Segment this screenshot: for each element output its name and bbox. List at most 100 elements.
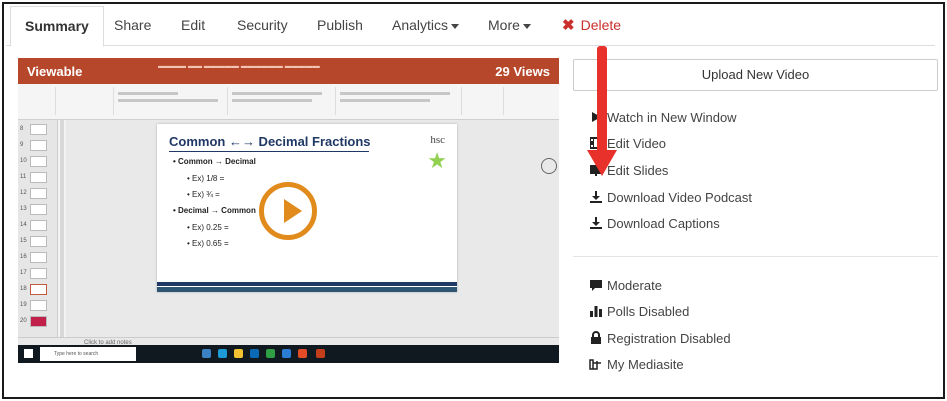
slide-thumbnail[interactable] [30, 220, 47, 231]
action-label: Polls Disabled [607, 304, 690, 319]
caret-down-icon [451, 23, 460, 29]
tab-share[interactable]: Share [114, 6, 151, 46]
taskbar-search: Type here to search [40, 347, 136, 361]
taskbar-app-icon [250, 349, 259, 358]
tab-publish[interactable]: Publish [317, 6, 363, 46]
caret-down-icon [522, 23, 531, 29]
slide-thumbnail[interactable] [30, 316, 47, 327]
taskbar-app-icon [202, 349, 211, 358]
thumb-num: 10 [20, 158, 27, 164]
slide-thumbnail[interactable] [30, 268, 47, 279]
thumb-num: 15 [20, 238, 27, 244]
slide-bullet: • Decimal → Common [173, 206, 256, 215]
download-icon [589, 216, 603, 230]
annotation-arrow-shaft [597, 46, 607, 154]
taskbar-app-icon [266, 349, 275, 358]
download-video-podcast-link[interactable]: Download Video Podcast [589, 190, 752, 208]
tab-analytics-label: Analytics [392, 17, 449, 33]
thumb-num: 16 [20, 254, 27, 260]
taskbar-app-icon [298, 349, 307, 358]
thumb-num: 18 [20, 286, 27, 292]
play-button[interactable] [259, 182, 317, 240]
comment-icon [589, 278, 603, 292]
ribbon-group-slides [58, 87, 114, 115]
action-label: My Mediasite [607, 357, 684, 372]
video-player[interactable]: ▬▬▬▬ ▬▬ ▬▬▬▬▬ ▬▬▬▬▬▬ ▬▬▬▬▬ Viewable 29 V… [18, 58, 559, 363]
viewable-status: Viewable [27, 64, 83, 79]
ribbon-line [118, 99, 218, 102]
slide-thumbnail[interactable] [30, 188, 47, 199]
download-icon [589, 190, 603, 204]
pen-icon [541, 158, 557, 174]
tab-analytics[interactable]: Analytics [392, 6, 460, 46]
slide-bullet-text: Common → Decimal [178, 157, 256, 166]
slide-bullet: • Ex) 1/8 = [187, 174, 225, 183]
polls-disabled-link[interactable]: Polls Disabled [589, 304, 689, 322]
slide-thumbnail[interactable] [30, 156, 47, 167]
slide-bullet-text: Ex) 1/8 = [192, 174, 225, 183]
thumbnail-scrollbar[interactable] [60, 120, 64, 340]
play-triangle-icon [284, 199, 302, 223]
windows-start-icon [24, 349, 33, 358]
moderate-link[interactable]: Moderate [589, 278, 662, 296]
download-captions-link[interactable]: Download Captions [589, 216, 720, 234]
thumb-num: 14 [20, 222, 27, 228]
ribbon-line [340, 99, 430, 102]
panel-divider [573, 256, 938, 257]
thumb-num: 20 [20, 318, 27, 324]
taskbar-app-icon [234, 349, 243, 358]
slide-bullet: • Common → Decimal [173, 157, 256, 166]
tab-more-label: More [488, 17, 520, 33]
tab-edit[interactable]: Edit [181, 6, 205, 46]
taskbar-app-icon [218, 349, 227, 358]
ribbon-line [232, 99, 312, 102]
slide-thumbnail[interactable] [30, 236, 47, 247]
action-label: Moderate [607, 278, 662, 293]
annotation-arrow-head [587, 150, 617, 176]
slide-thumbnail[interactable] [30, 204, 47, 215]
tab-summary-label: Summary [25, 18, 89, 34]
tab-share-label: Share [114, 17, 152, 33]
slide-thumbnail[interactable] [30, 140, 47, 151]
tab-more[interactable]: More [488, 6, 531, 46]
slide-bullet-text: Ex) ¾ = [192, 190, 220, 199]
slide-bullet-text: Ex) 0.65 = [192, 239, 229, 248]
slide-bullet: • Ex) 0.25 = [187, 223, 229, 232]
tab-delete[interactable]: ✖ Delete [562, 6, 621, 46]
pointer-hand-icon [589, 357, 603, 371]
tab-delete-label: Delete [580, 17, 622, 33]
thumb-num: 12 [20, 190, 27, 196]
tab-summary[interactable]: Summary [10, 6, 104, 47]
taskbar-app-icon [316, 349, 325, 358]
my-mediasite-link[interactable]: My Mediasite [589, 357, 684, 375]
ppt-ribbon [18, 84, 559, 120]
upload-new-video-button[interactable]: Upload New Video [573, 59, 938, 91]
ribbon-line [118, 92, 178, 95]
ribbon-group-adobe [506, 87, 556, 115]
thumb-num: 11 [20, 174, 27, 180]
ppt-titlebar-text: ▬▬▬▬ ▬▬ ▬▬▬▬▬ ▬▬▬▬▬▬ ▬▬▬▬▬ [158, 63, 320, 70]
taskbar-app-icon [282, 349, 291, 358]
tab-security[interactable]: Security [237, 6, 288, 46]
thumb-num: 19 [20, 302, 27, 308]
watch-in-new-window-link[interactable]: Watch in New Window [589, 110, 737, 128]
tab-edit-label: Edit [181, 17, 206, 33]
slide-thumbnail-selected[interactable] [30, 284, 47, 295]
slide-thumbnail-panel: 8 9 10 11 12 13 14 15 16 17 18 19 20 [18, 120, 58, 340]
slide-bullet: • Ex) ¾ = [187, 190, 220, 199]
thumb-num: 17 [20, 270, 27, 276]
slide-footer-bar [157, 282, 457, 286]
thumb-num: 8 [20, 126, 24, 132]
registration-disabled-link[interactable]: Registration Disabled [589, 331, 731, 349]
slide-thumbnail[interactable] [30, 300, 47, 311]
slide-thumbnail[interactable] [30, 124, 47, 135]
slide-thumbnail[interactable] [30, 172, 47, 183]
view-count: 29 Views [495, 64, 550, 79]
ribbon-line [340, 92, 450, 95]
ppt-titlebar: ▬▬▬▬ ▬▬ ▬▬▬▬▬ ▬▬▬▬▬▬ ▬▬▬▬▬ [18, 58, 559, 84]
slide-thumbnail[interactable] [30, 252, 47, 263]
ribbon-line [232, 92, 322, 95]
bar-chart-icon [589, 304, 603, 318]
lock-icon [589, 331, 603, 345]
slide-bullet-text: Decimal → Common [178, 206, 256, 215]
